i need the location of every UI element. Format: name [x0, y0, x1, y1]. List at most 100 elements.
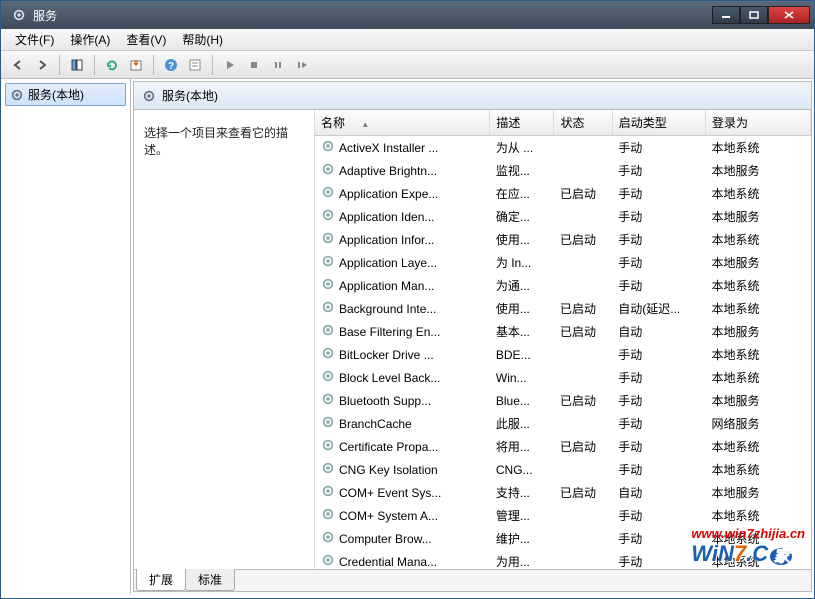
service-status	[554, 343, 612, 366]
gear-icon	[321, 392, 335, 409]
gear-icon	[321, 323, 335, 340]
service-name: ActiveX Installer ...	[339, 141, 438, 155]
service-desc: 为通...	[490, 274, 554, 297]
help-button[interactable]: ?	[160, 54, 182, 76]
forward-button[interactable]	[31, 54, 53, 76]
minimize-button[interactable]	[712, 6, 740, 24]
service-startup: 手动	[612, 550, 705, 569]
table-row[interactable]: Application Laye...为 In...手动本地服务	[315, 251, 811, 274]
nav-item-services-local[interactable]: 服务(本地)	[5, 83, 126, 106]
service-logon: 本地服务	[706, 481, 811, 504]
service-startup: 自动(延迟...	[612, 297, 705, 320]
menu-file[interactable]: 文件(F)	[7, 29, 62, 50]
gear-icon	[321, 254, 335, 271]
table-row[interactable]: Application Iden...确定...手动本地服务	[315, 205, 811, 228]
service-startup: 自动	[612, 481, 705, 504]
table-row[interactable]: Certificate Propa...将用...已启动手动本地系统	[315, 435, 811, 458]
service-startup: 手动	[612, 274, 705, 297]
service-name: BitLocker Drive ...	[339, 348, 434, 362]
table-row[interactable]: Application Infor...使用...已启动手动本地系统	[315, 228, 811, 251]
col-status[interactable]: 状态	[554, 110, 612, 136]
table-row[interactable]: BitLocker Drive ...BDE...手动本地系统	[315, 343, 811, 366]
gear-icon	[321, 369, 335, 386]
service-logon: 本地系统	[706, 458, 811, 481]
menu-action[interactable]: 操作(A)	[62, 29, 118, 50]
start-service-button[interactable]	[219, 54, 241, 76]
tab-standard[interactable]: 标准	[185, 569, 235, 591]
table-row[interactable]: Bluetooth Supp...Blue...已启动手动本地服务	[315, 389, 811, 412]
service-status	[554, 205, 612, 228]
titlebar[interactable]: 服务	[1, 1, 814, 29]
table-row[interactable]: Application Expe...在应...已启动手动本地系统	[315, 182, 811, 205]
service-name: Application Expe...	[339, 187, 438, 201]
service-startup: 自动	[612, 320, 705, 343]
service-startup: 手动	[612, 251, 705, 274]
back-button[interactable]	[7, 54, 29, 76]
service-name: Application Iden...	[339, 210, 434, 224]
gear-icon	[321, 553, 335, 569]
col-desc[interactable]: 描述	[490, 110, 554, 136]
service-desc: CNG...	[490, 458, 554, 481]
table-row[interactable]: Base Filtering En...基本...已启动自动本地服务	[315, 320, 811, 343]
gear-icon	[321, 231, 335, 248]
service-logon: 本地服务	[706, 389, 811, 412]
gear-icon	[321, 461, 335, 478]
service-startup: 手动	[612, 228, 705, 251]
service-desc: BDE...	[490, 343, 554, 366]
service-startup: 手动	[612, 458, 705, 481]
service-name: Bluetooth Supp...	[339, 394, 431, 408]
table-row[interactable]: CNG Key Isolation CNG... 手动本地系统	[315, 458, 811, 481]
service-desc: 确定...	[490, 205, 554, 228]
service-startup: 手动	[612, 366, 705, 389]
table-row[interactable]: Block Level Back...Win...手动本地系统	[315, 366, 811, 389]
menu-view[interactable]: 查看(V)	[118, 29, 174, 50]
table-row[interactable]: Application Man...为通...手动本地系统	[315, 274, 811, 297]
stop-service-button[interactable]	[243, 54, 265, 76]
service-desc: 管理...	[490, 504, 554, 527]
maximize-button[interactable]	[740, 6, 768, 24]
export-button[interactable]	[125, 54, 147, 76]
gear-icon	[321, 484, 335, 501]
service-logon: 本地服务	[706, 320, 811, 343]
col-startup[interactable]: 启动类型	[612, 110, 705, 136]
gear-icon	[321, 346, 335, 363]
table-row[interactable]: COM+ System A...管理...手动本地系统	[315, 504, 811, 527]
service-status	[554, 412, 612, 435]
menu-help[interactable]: 帮助(H)	[174, 29, 231, 50]
service-name: CNG Key Isolation	[339, 463, 438, 477]
svg-text:?: ?	[168, 61, 174, 72]
gear-icon	[321, 507, 335, 524]
table-row[interactable]: Credential Mana...为用...手动本地系统	[315, 550, 811, 569]
col-name[interactable]: 名称	[315, 110, 490, 136]
service-desc: 为用...	[490, 550, 554, 569]
table-row[interactable]: BranchCache此服...手动网络服务	[315, 412, 811, 435]
service-desc: 基本...	[490, 320, 554, 343]
service-startup: 手动	[612, 343, 705, 366]
services-list[interactable]: 名称 描述 状态 启动类型 登录为 ActiveX Installer ...为…	[314, 110, 811, 569]
restart-service-button[interactable]	[291, 54, 313, 76]
service-logon: 本地系统	[706, 435, 811, 458]
nav-item-label: 服务(本地)	[28, 86, 84, 103]
refresh-button[interactable]	[101, 54, 123, 76]
gear-icon	[321, 185, 335, 202]
service-status	[554, 504, 612, 527]
properties-button[interactable]	[184, 54, 206, 76]
service-name: COM+ System A...	[339, 509, 438, 523]
table-row[interactable]: COM+ Event Sys...支持...已启动自动本地服务	[315, 481, 811, 504]
service-status	[554, 251, 612, 274]
table-row[interactable]: Background Inte...使用...已启动自动(延迟...本地系统	[315, 297, 811, 320]
gear-icon	[321, 277, 335, 294]
service-status: 已启动	[554, 435, 612, 458]
service-desc: 监视...	[490, 159, 554, 182]
show-hide-tree-button[interactable]	[66, 54, 88, 76]
service-name: BranchCache	[339, 417, 412, 431]
table-row[interactable]: Computer Brow...维护...手动本地系统	[315, 527, 811, 550]
nav-pane: 服务(本地)	[1, 79, 131, 594]
close-button[interactable]	[768, 6, 810, 24]
col-logon[interactable]: 登录为	[706, 110, 811, 136]
service-logon: 本地系统	[706, 274, 811, 297]
pause-service-button[interactable]	[267, 54, 289, 76]
table-row[interactable]: Adaptive Brightn...监视...手动本地服务	[315, 159, 811, 182]
table-row[interactable]: ActiveX Installer ...为从 ...手动本地系统	[315, 136, 811, 160]
tab-extended[interactable]: 扩展	[136, 569, 186, 591]
